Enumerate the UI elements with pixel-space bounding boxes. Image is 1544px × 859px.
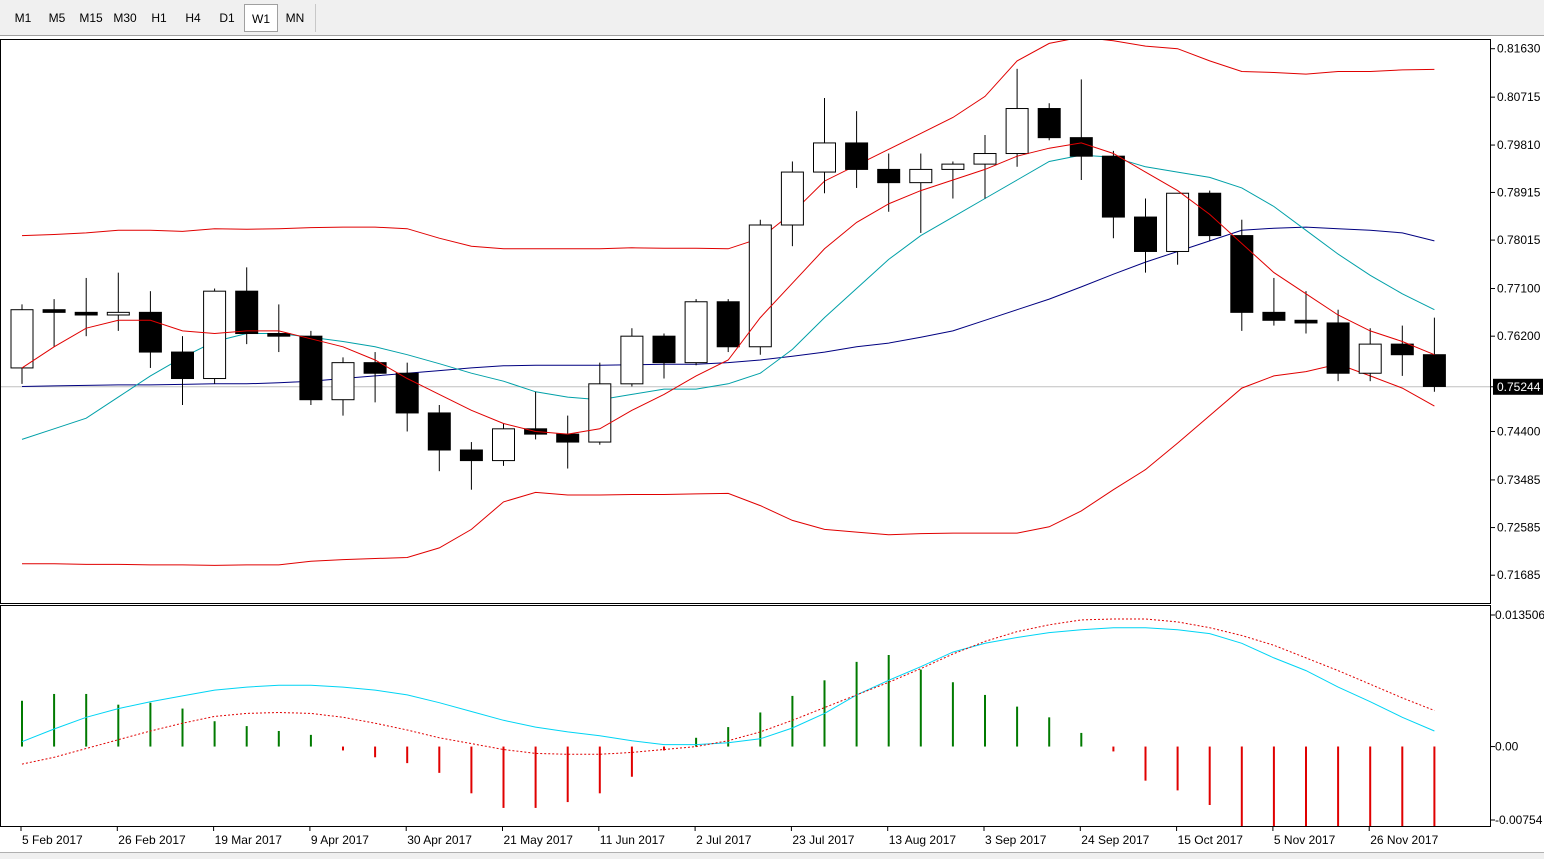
candle[interactable]	[493, 424, 515, 466]
candle-body	[974, 154, 996, 165]
toolbar-separator	[315, 4, 316, 32]
candle-body	[43, 310, 65, 313]
price-tick-label: 0.74400	[1497, 424, 1541, 438]
price-tick-label: 0.73485	[1497, 473, 1541, 487]
timeframe-button-m15[interactable]: M15	[74, 4, 108, 32]
timeframe-button-m1[interactable]: M1	[6, 4, 40, 32]
candle-body	[139, 312, 161, 352]
time-tick-label: 13 Aug 2017	[889, 833, 957, 847]
timeframe-button-m5[interactable]: M5	[40, 4, 74, 32]
price-tick-label: 0.79810	[1497, 138, 1541, 152]
macd-tick-label: 0.013506	[1495, 608, 1544, 622]
timeframe-button-w1[interactable]: W1	[244, 4, 278, 32]
candle-body	[428, 413, 450, 450]
time-tick-label: 3 Sep 2017	[985, 833, 1047, 847]
candle-body	[1263, 312, 1285, 320]
candle[interactable]	[685, 299, 707, 365]
timeframe-group: M1M5M15M30H1H4D1W1MN	[6, 4, 312, 32]
candle[interactable]	[1038, 103, 1060, 140]
candle-body	[332, 363, 354, 400]
candle-body	[11, 310, 33, 368]
macd-pane: 0.013506 0.00 -0.00754	[1, 606, 1544, 853]
candle-body	[300, 336, 322, 400]
candle-body	[172, 352, 194, 378]
candle-body	[781, 172, 803, 225]
candle-body	[717, 302, 739, 347]
time-tick-label: 30 Apr 2017	[407, 833, 472, 847]
candle[interactable]	[300, 331, 322, 405]
candle-body	[107, 312, 129, 315]
time-tick-label: 5 Nov 2017	[1274, 833, 1336, 847]
time-tick-label: 23 Jul 2017	[792, 833, 854, 847]
candle-body	[814, 143, 836, 172]
time-tick-label: 26 Nov 2017	[1370, 833, 1438, 847]
candle-body	[878, 169, 900, 182]
timeframe-button-m30[interactable]: M30	[108, 4, 142, 32]
macd-tick-label: -0.00754	[1495, 813, 1543, 827]
candle-body	[1135, 217, 1157, 251]
candle-body	[1231, 236, 1253, 313]
time-tick-label: 11 Jun 2017	[600, 833, 665, 847]
candle-body	[910, 169, 932, 182]
price-pane: 0.81630 0.80715 0.79810 0.78915 0.78015 0.771…	[1, 37, 1544, 603]
candle-body	[1167, 193, 1189, 251]
candle-body	[1006, 109, 1028, 154]
candle-body	[396, 373, 418, 413]
price-tick-label: 0.76200	[1497, 329, 1541, 343]
candle-body	[621, 336, 643, 384]
candle-body	[1391, 344, 1413, 355]
price-tick-label: 0.78015	[1497, 233, 1541, 247]
timeframe-button-mn[interactable]: MN	[278, 4, 312, 32]
time-tick-label: 21 May 2017	[504, 833, 574, 847]
timeframe-button-h4[interactable]: H4	[176, 4, 210, 32]
candle-body	[1295, 320, 1317, 323]
price-tick-label: 0.80715	[1497, 90, 1541, 104]
time-tick-label: 26 Feb 2017	[118, 833, 186, 847]
price-tick-label: 0.77100	[1497, 282, 1541, 296]
timeframe-button-d1[interactable]: D1	[210, 4, 244, 32]
candle-body	[268, 334, 290, 337]
candle-body	[236, 291, 258, 333]
price-tick-label: 0.71685	[1497, 568, 1541, 582]
candle-body	[846, 143, 868, 169]
candle[interactable]	[749, 220, 771, 355]
candle-body	[685, 302, 707, 363]
candle-body	[1423, 355, 1445, 387]
time-axis: 5 Feb 2017 26 Feb 2017 19 Mar 2017 9 Apr 20…	[21, 826, 1439, 847]
candle-body	[493, 429, 515, 461]
price-tick-label: 0.81630	[1497, 42, 1541, 56]
time-tick-label: 19 Mar 2017	[215, 833, 283, 847]
candle[interactable]	[717, 299, 739, 352]
price-tick-label: 0.72585	[1497, 521, 1541, 535]
candle-body	[460, 450, 482, 461]
time-tick-label: 15 Oct 2017	[1178, 833, 1244, 847]
macd-pane-frame	[1, 606, 1491, 827]
chart-area[interactable]: 0.81630 0.80715 0.79810 0.78915 0.78015 0.771…	[0, 36, 1544, 852]
candle-body	[942, 164, 964, 169]
current-price-label: 0.75244	[1497, 380, 1541, 394]
candle[interactable]	[1199, 191, 1221, 241]
candle-body	[1327, 323, 1349, 373]
candle-body	[1359, 344, 1381, 373]
candle-body	[589, 384, 611, 442]
candle-body	[1070, 138, 1092, 157]
macd-tick-label: 0.00	[1495, 740, 1519, 754]
candle-body	[653, 336, 675, 362]
time-tick-label: 9 Apr 2017	[311, 833, 369, 847]
time-tick-label: 24 Sep 2017	[1081, 833, 1149, 847]
time-tick-label: 5 Feb 2017	[22, 833, 83, 847]
candle-body	[1102, 156, 1124, 217]
timeframe-toolbar: M1M5M15M30H1H4D1W1MN	[0, 0, 1544, 36]
candle-body	[75, 312, 97, 315]
candle[interactable]	[621, 328, 643, 386]
time-tick-label: 2 Jul 2017	[696, 833, 752, 847]
candle-body	[204, 291, 226, 378]
candle-body	[1038, 109, 1060, 138]
price-tick-label: 0.78915	[1497, 185, 1541, 199]
candle-body	[557, 434, 579, 442]
timeframe-button-h1[interactable]: H1	[142, 4, 176, 32]
candle[interactable]	[204, 289, 226, 384]
